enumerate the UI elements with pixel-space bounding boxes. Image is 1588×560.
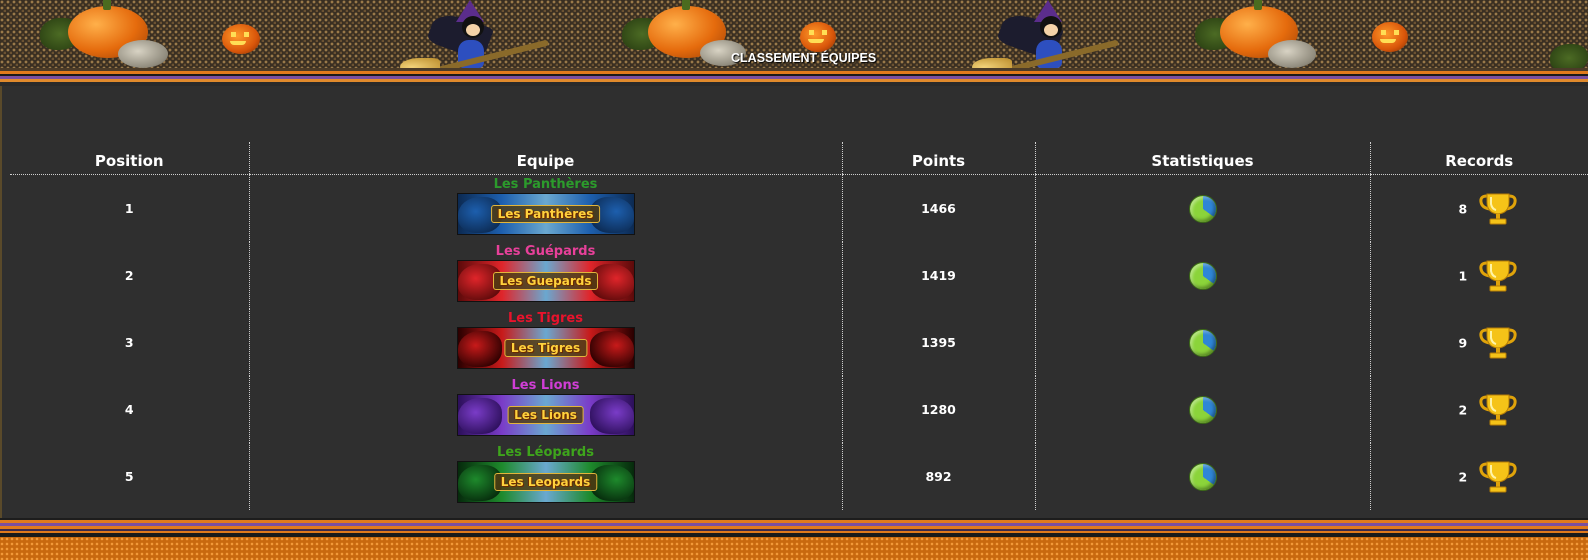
column-header-position: Position <box>10 142 249 175</box>
mouse-face-icon <box>466 24 480 36</box>
team-name-link[interactable]: Les Panthères <box>250 177 842 192</box>
records-cell: 8 <box>1369 174 1588 242</box>
stats-cell <box>1034 242 1370 309</box>
records-count: 2 <box>1458 469 1468 484</box>
pie-chart-icon[interactable] <box>1188 328 1217 357</box>
position-cell: 1 <box>124 201 134 216</box>
jack-o-lantern-icon <box>1372 22 1408 52</box>
stats-cell <box>1034 174 1370 242</box>
ranking-table: Position Equipe Points Statistiques Reco… <box>10 142 1588 510</box>
points-cell: 1466 <box>841 174 1035 242</box>
column-header-team: Equipe <box>248 142 842 175</box>
records-cell: 2 <box>1369 376 1588 443</box>
points-cell: 1395 <box>841 309 1035 376</box>
team-banner-label: Les Guepards <box>492 271 599 290</box>
pie-chart-icon[interactable] <box>1188 194 1217 223</box>
team-banner-image[interactable]: Les Panthères <box>456 192 635 235</box>
team-banner-image[interactable]: Les Leopards <box>456 460 635 503</box>
jack-o-lantern-icon <box>800 22 836 52</box>
points-cell: 1419 <box>841 242 1035 309</box>
gourd-decoration <box>1268 40 1316 68</box>
pie-chart-icon[interactable] <box>1188 462 1217 491</box>
stats-cell <box>1034 309 1370 376</box>
team-cell: Les Guépards Les Guepards <box>248 242 842 309</box>
page-title: CLASSEMENT ÉQUIPES <box>731 51 877 65</box>
jack-o-lantern-icon <box>222 24 260 54</box>
team-cell: Les Léopards Les Leopards <box>248 443 842 510</box>
big-cat-icon <box>457 397 502 434</box>
position-cell: 2 <box>124 268 134 283</box>
records-count: 1 <box>1458 268 1468 283</box>
column-header-records: Records <box>1369 142 1588 175</box>
team-banner-image[interactable]: Les Lions <box>456 393 635 436</box>
stats-cell <box>1034 376 1370 443</box>
table-header-row: Position Equipe Points Statistiques Reco… <box>10 142 1588 175</box>
records-cell: 9 <box>1369 309 1588 376</box>
pie-chart-icon[interactable] <box>1188 395 1217 424</box>
position-cell: 5 <box>124 469 134 484</box>
points-cell: 1280 <box>841 376 1035 443</box>
trophy-icon[interactable] <box>1478 192 1517 226</box>
team-banner-label: Les Lions <box>507 405 584 424</box>
footer-border <box>0 518 1588 560</box>
records-count: 8 <box>1458 201 1468 216</box>
team-cell: Les Lions Les Lions <box>248 376 842 443</box>
team-banner-label: Les Leopards <box>493 472 598 491</box>
team-banner-label: Les Tigres <box>503 338 588 357</box>
mouse-face-icon <box>1044 24 1058 36</box>
trophy-icon[interactable] <box>1478 460 1517 494</box>
team-banner-label: Les Panthères <box>490 204 601 223</box>
column-header-stats: Statistiques <box>1034 142 1370 175</box>
table-row: 2 Les Guépards Les Guepards 1419 1 <box>10 242 1588 309</box>
stats-cell <box>1034 443 1370 510</box>
trophy-icon[interactable] <box>1478 259 1517 293</box>
trophy-icon[interactable] <box>1478 326 1517 360</box>
table-row: 5 Les Léopards Les Leopards 892 2 <box>10 443 1588 510</box>
gourd-decoration <box>118 40 168 68</box>
table-row: 1 Les Panthères Les Panthères 1466 8 <box>10 174 1588 242</box>
table-row: 4 Les Lions Les Lions 1280 2 <box>10 376 1588 443</box>
records-count: 9 <box>1458 335 1468 350</box>
records-cell: 2 <box>1369 443 1588 510</box>
position-cell: 3 <box>124 335 134 350</box>
records-cell: 1 <box>1369 242 1588 309</box>
team-cell: Les Panthères Les Panthères <box>248 174 842 242</box>
column-header-points: Points <box>841 142 1035 175</box>
points-cell: 892 <box>841 443 1035 510</box>
records-count: 2 <box>1458 402 1468 417</box>
trophy-icon[interactable] <box>1478 393 1517 427</box>
team-name-link[interactable]: Les Tigres <box>250 311 842 326</box>
big-cat-icon <box>589 397 634 434</box>
team-name-link[interactable]: Les Guépards <box>250 244 842 259</box>
banner-stripes <box>0 68 1588 86</box>
team-banner-image[interactable]: Les Tigres <box>456 326 635 369</box>
pie-chart-icon[interactable] <box>1188 261 1217 290</box>
frame-border <box>0 86 2 518</box>
team-cell: Les Tigres Les Tigres <box>248 309 842 376</box>
big-cat-icon <box>589 330 634 367</box>
position-cell: 4 <box>124 402 134 417</box>
big-cat-icon <box>457 330 502 367</box>
team-name-link[interactable]: Les Léopards <box>250 445 842 460</box>
team-name-link[interactable]: Les Lions <box>250 378 842 393</box>
header-banner: CLASSEMENT ÉQUIPES <box>0 0 1588 86</box>
team-banner-image[interactable]: Les Guepards <box>456 259 635 302</box>
table-row: 3 Les Tigres Les Tigres 1395 9 <box>10 309 1588 376</box>
